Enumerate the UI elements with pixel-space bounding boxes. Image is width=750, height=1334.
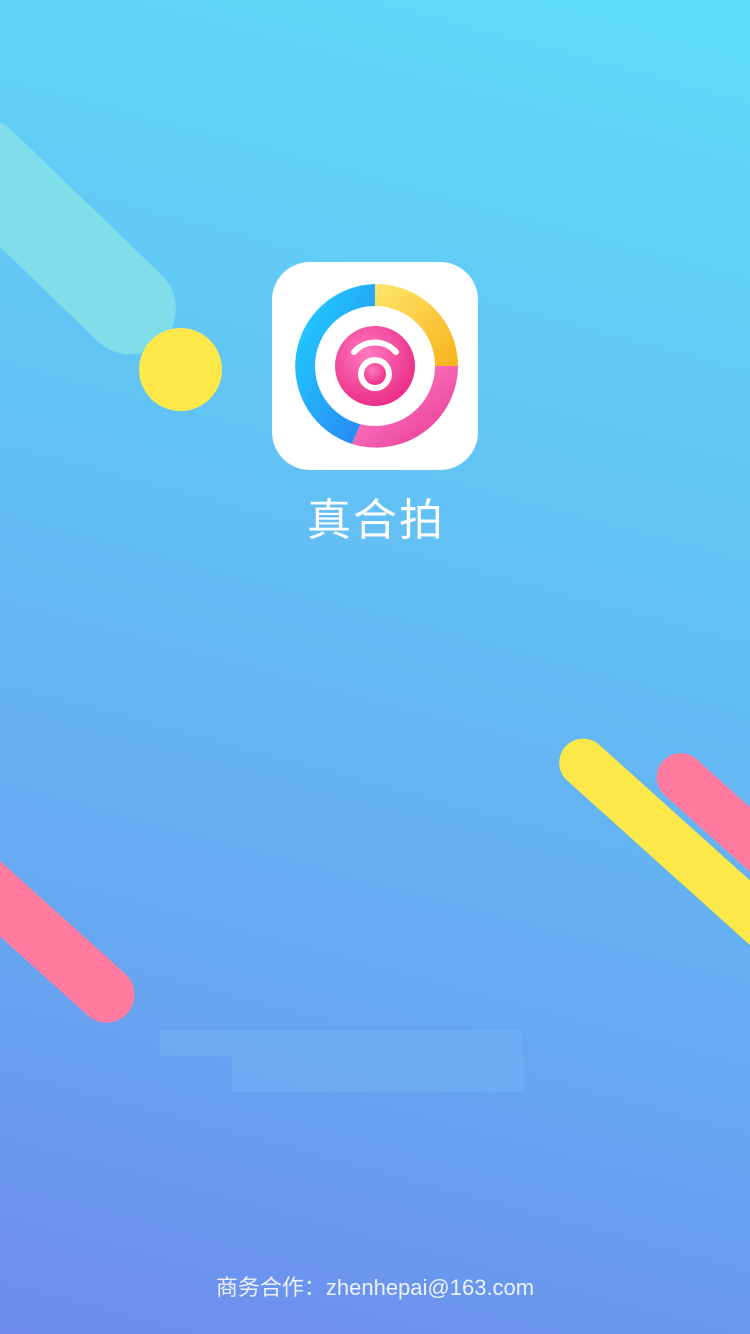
decorative-pink-stripe-left (0, 811, 147, 1035)
faded-placeholder-block (160, 1030, 522, 1056)
app-logo (272, 262, 478, 470)
decorative-yellow-dot (139, 328, 222, 411)
splash-screen: 真合拍 商务合作：zhenhepai@163.com (0, 0, 750, 1334)
app-name: 真合拍 (307, 495, 445, 546)
camera-lens-logo-icon (295, 283, 458, 448)
faded-placeholder-block (232, 1056, 524, 1092)
business-contact-text: 商务合作：zhenhepai@163.com (215, 1275, 535, 1300)
decorative-yellow-stripe-right (549, 728, 750, 986)
